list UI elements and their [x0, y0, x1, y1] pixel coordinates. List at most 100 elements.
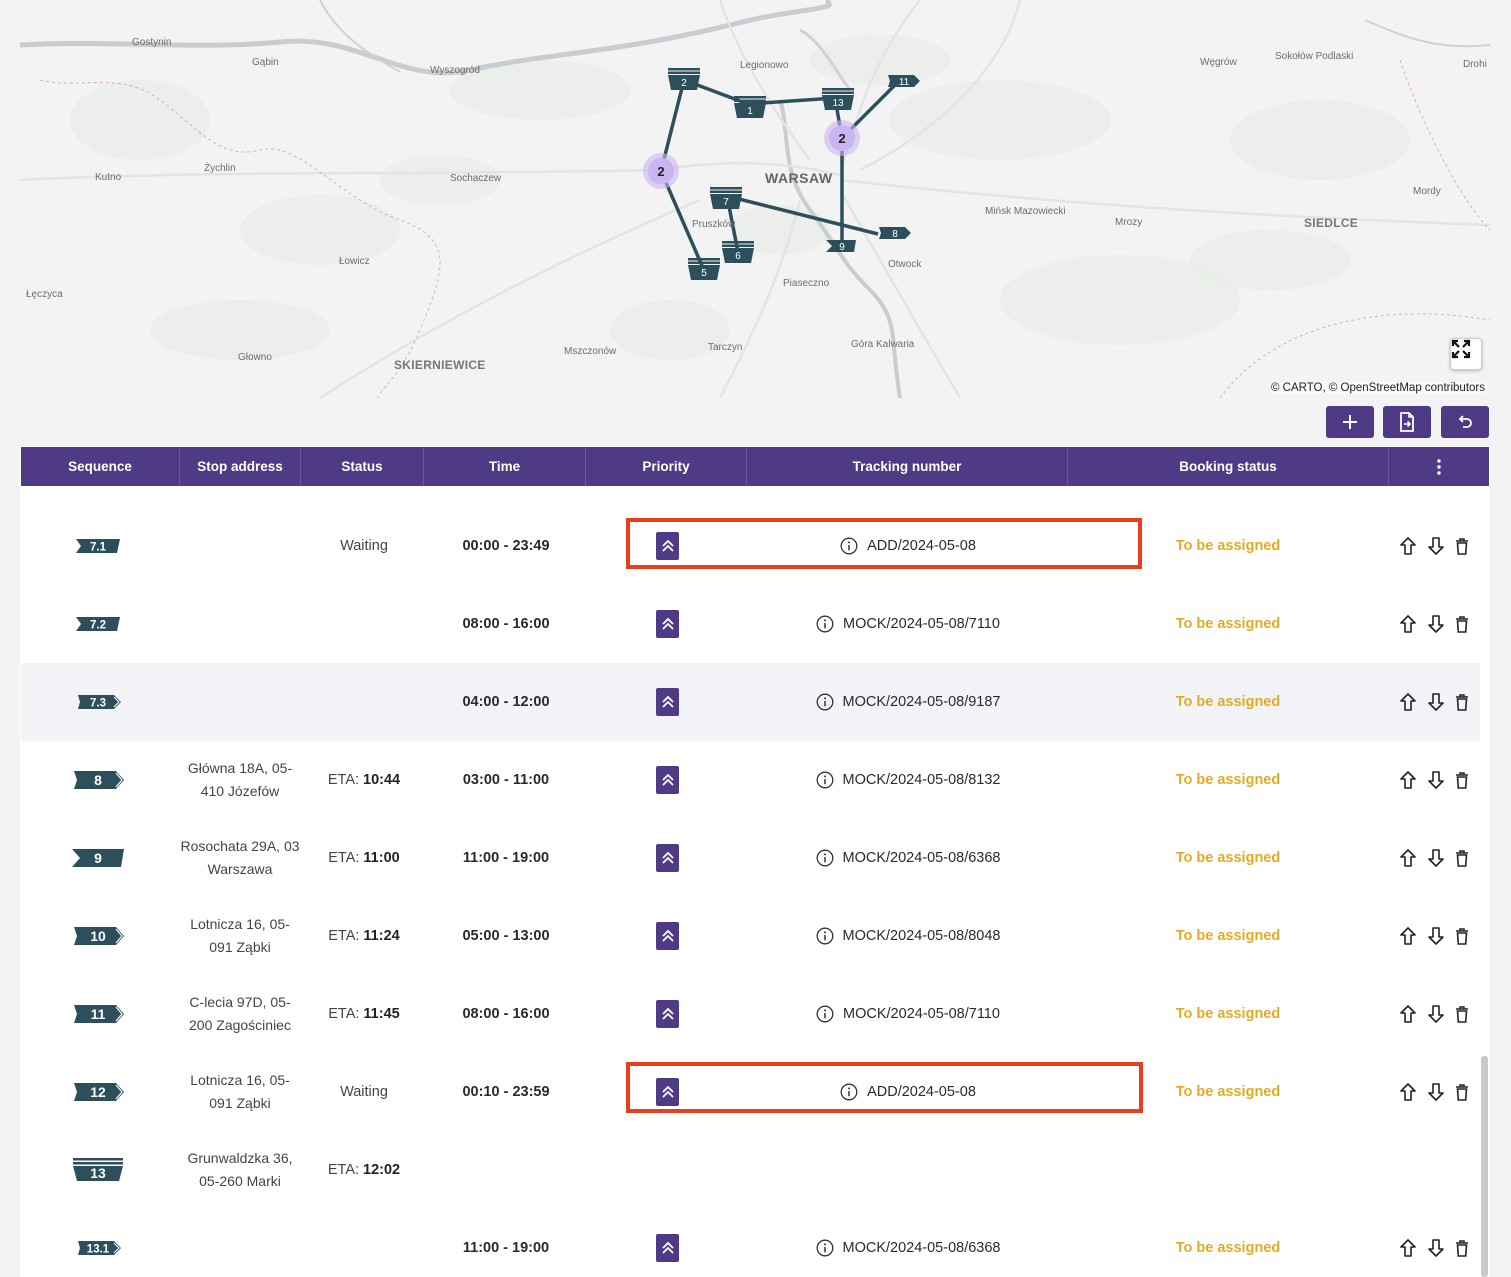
table-row[interactable]: 13 Grunwaldzka 36, 05-260 Marki ETA: 12:02	[21, 1131, 1480, 1209]
arrow-up-icon[interactable]	[1400, 1005, 1417, 1023]
map-stop-marker[interactable]: 9	[826, 240, 856, 253]
column-sequence[interactable]: Sequence	[21, 447, 180, 486]
map-stop-marker[interactable]: 11	[888, 75, 920, 88]
arrow-down-icon[interactable]	[1427, 615, 1444, 633]
table-row[interactable]: 13.1 11:00 - 19:00 MOCK/2024-05-08/6368 To…	[21, 1209, 1480, 1277]
table-row[interactable]: 8 Główna 18A, 05-410 Józefów ETA: 10:44 03:…	[21, 741, 1480, 819]
arrow-down-icon[interactable]	[1427, 1083, 1444, 1101]
map-place-label: Tarczyn	[708, 342, 743, 353]
map-stop-marker[interactable]: 5	[688, 258, 720, 280]
row-actions	[1389, 1053, 1480, 1131]
trash-icon[interactable]	[1455, 1083, 1469, 1101]
priority-toggle[interactable]	[656, 766, 679, 794]
arrow-down-icon[interactable]	[1427, 1239, 1444, 1257]
trash-icon[interactable]	[1455, 615, 1469, 633]
table-scrollbar[interactable]	[1481, 1056, 1488, 1277]
trash-icon[interactable]	[1455, 1005, 1469, 1023]
arrow-down-icon[interactable]	[1427, 849, 1444, 867]
tracking-number: MOCK/2024-05-08/7110	[843, 616, 1000, 632]
undo-button[interactable]	[1441, 406, 1489, 438]
arrow-down-icon[interactable]	[1427, 693, 1444, 711]
map-stop-marker[interactable]: 13	[822, 88, 854, 110]
time-window: 05:00 - 13:00	[462, 928, 550, 944]
arrow-down-icon[interactable]	[1427, 771, 1444, 789]
map-place-label: Wyszogród	[430, 65, 480, 76]
stop-marker-icon: 11	[74, 1005, 124, 1023]
table-row[interactable]: 7.2 08:00 - 16:00 MOCK/2024-05-08/7110 To …	[21, 585, 1480, 663]
info-icon[interactable]	[816, 693, 834, 711]
sequence-cell: 13	[21, 1131, 179, 1209]
map-marker-label: 2	[681, 78, 687, 89]
column-menu-button[interactable]	[1389, 447, 1489, 486]
column-tracking-number[interactable]: Tracking number	[747, 447, 1068, 486]
table-row[interactable]: 9 Rosochata 29A, 03 Warszawa ETA: 11:00 11:…	[21, 819, 1480, 897]
column-stop-address[interactable]: Stop address	[180, 447, 301, 486]
stop-marker-icon: 8	[74, 771, 124, 789]
priority-toggle[interactable]	[656, 1000, 679, 1028]
arrow-up-icon[interactable]	[1400, 615, 1417, 633]
trash-icon[interactable]	[1455, 849, 1469, 867]
trash-icon[interactable]	[1455, 693, 1469, 711]
table-header: Sequence Stop address Status Time Priori…	[21, 447, 1489, 486]
export-button[interactable]	[1383, 406, 1431, 438]
stop-marker-icon: 9	[72, 849, 124, 867]
column-time[interactable]: Time	[424, 447, 586, 486]
arrow-up-icon[interactable]	[1400, 1239, 1417, 1257]
column-priority[interactable]: Priority	[586, 447, 747, 486]
arrow-down-icon[interactable]	[1427, 537, 1444, 555]
map-place-label: Pruszków	[692, 219, 736, 230]
map-cluster-count: 2	[657, 164, 664, 179]
map-marker-label: 9	[839, 242, 845, 253]
arrow-up-icon[interactable]	[1400, 927, 1417, 945]
priority-toggle[interactable]	[656, 1234, 679, 1262]
priority-toggle[interactable]	[656, 844, 679, 872]
arrow-up-icon[interactable]	[1400, 693, 1417, 711]
map-cluster[interactable]: 2	[643, 153, 679, 189]
fullscreen-button[interactable]	[1450, 338, 1482, 370]
tracking-cell: MOCK/2024-05-08/6368	[748, 819, 1068, 897]
info-icon[interactable]	[816, 849, 834, 867]
info-icon[interactable]	[816, 1239, 834, 1257]
column-status[interactable]: Status	[301, 447, 424, 486]
map-place-label: Piaseczno	[783, 278, 830, 289]
time-window: 04:00 - 12:00	[462, 694, 550, 710]
info-icon[interactable]	[816, 771, 834, 789]
eta-value: 11:45	[363, 1006, 400, 1022]
highlight-box-row-12	[626, 1062, 1143, 1113]
trash-icon[interactable]	[1455, 537, 1469, 555]
trash-icon[interactable]	[1455, 771, 1469, 789]
map-marker-label: 1	[747, 106, 753, 117]
arrow-up-icon[interactable]	[1400, 1083, 1417, 1101]
column-booking-status[interactable]: Booking status	[1068, 447, 1389, 486]
priority-high-icon	[661, 1006, 675, 1022]
info-icon[interactable]	[816, 615, 834, 633]
arrow-down-icon[interactable]	[1427, 927, 1444, 945]
status-cell: ETA: 11:24	[301, 897, 427, 975]
booking-status: To be assigned	[1175, 928, 1281, 944]
sequence-label: 8	[94, 772, 102, 788]
info-icon[interactable]	[816, 1005, 834, 1023]
table-row[interactable]: 7.3 04:00 - 12:00 MOCK/2024-05-08/9187 To …	[21, 663, 1480, 741]
route-map[interactable]: 2 1 13 11 7 8 9 6 5 2 2 Gostynin Gąbin Wyszogród Legi…	[20, 0, 1490, 398]
arrow-down-icon[interactable]	[1427, 1005, 1444, 1023]
map-stop-marker[interactable]: 8	[879, 227, 911, 240]
priority-toggle[interactable]	[656, 688, 679, 716]
priority-toggle[interactable]	[656, 610, 679, 638]
stop-address: Lotnicza 16, 05-091 Ząbki	[190, 1072, 290, 1111]
priority-toggle[interactable]	[656, 922, 679, 950]
map-stop-marker[interactable]: 2	[668, 68, 700, 90]
map-cluster[interactable]: 2	[824, 120, 860, 156]
table-row[interactable]: 11 C-lecia 97D, 05-200 Zagościniec ETA: 11…	[21, 975, 1480, 1053]
map-stop-marker[interactable]: 7	[710, 187, 742, 209]
trash-icon[interactable]	[1455, 1239, 1469, 1257]
info-icon[interactable]	[816, 927, 834, 945]
arrow-up-icon[interactable]	[1400, 537, 1417, 555]
booking-status: To be assigned	[1175, 694, 1281, 710]
stop-address: Rosochata 29A, 03 Warszawa	[180, 838, 300, 877]
add-stop-button[interactable]	[1326, 406, 1374, 438]
arrow-up-icon[interactable]	[1400, 849, 1417, 867]
table-row[interactable]: 10 Lotnicza 16, 05-091 Ząbki ETA: 11:24 05:…	[21, 897, 1480, 975]
stop-marker-icon: 13	[73, 1158, 123, 1181]
arrow-up-icon[interactable]	[1400, 771, 1417, 789]
trash-icon[interactable]	[1455, 927, 1469, 945]
